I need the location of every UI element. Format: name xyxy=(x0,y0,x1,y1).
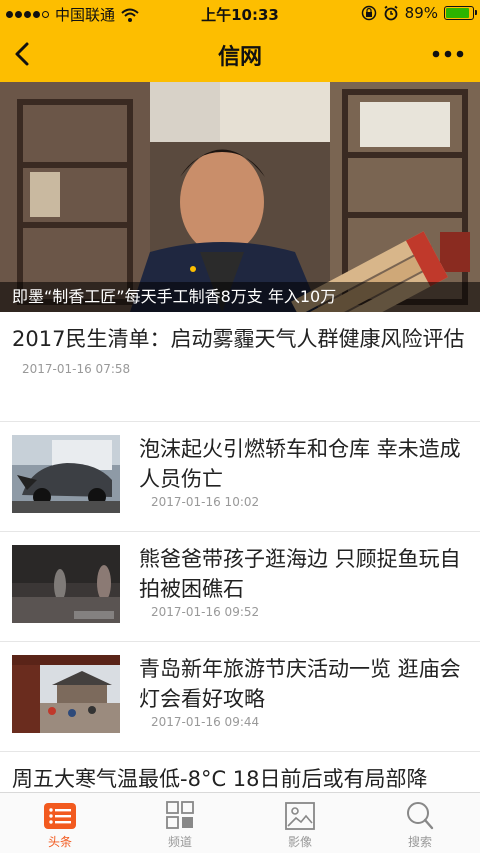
article-date: 2017-01-16 10:02 xyxy=(151,495,260,509)
tab-label: 头条 xyxy=(47,835,72,849)
image-icon xyxy=(285,802,315,830)
news-feed: 2017民生清单：启动雾霾天气人群健康风险评估 2017-01-16 07:58… xyxy=(0,312,480,792)
hero-caption: 即墨“制香工匠”每天手工制香8万支 年入10万 xyxy=(0,282,480,312)
status-bar: 中国联通 上午10:33 89% xyxy=(0,0,480,26)
article-headline: 熊爸爸带孩子逛海边 只顾捉鱼玩自拍被困礁石 xyxy=(139,547,461,601)
list-item[interactable]: 熊爸爸带孩子逛海边 只顾捉鱼玩自拍被困礁石 2017-01-16 09:52 xyxy=(0,532,480,642)
tab-label: 影像 xyxy=(287,835,312,849)
tab-images[interactable]: 影像 xyxy=(240,793,360,853)
article-headline: 周五大寒气温最低-8°C 18日前后或有局部降 xyxy=(12,767,428,791)
article-date: 2017-01-16 09:52 xyxy=(151,605,260,619)
page-title: 信网 xyxy=(217,45,262,70)
list-item[interactable]: 青岛新年旅游节庆活动一览 逛庙会灯会看好攻略 2017-01-16 09:44 xyxy=(0,642,480,752)
tab-label: 频道 xyxy=(167,835,192,849)
tab-bar: 头条 频道 影像 搜索 xyxy=(0,792,480,853)
status-right: 89% xyxy=(361,4,477,22)
more-dots-icon[interactable] xyxy=(428,40,468,68)
article-thumbnail xyxy=(12,435,120,513)
header-bar: 信网 xyxy=(0,26,480,82)
tab-headlines[interactable]: 头条 xyxy=(0,793,120,853)
tab-channels[interactable]: 频道 xyxy=(120,793,240,853)
article-date: 2017-01-16 07:58 xyxy=(22,362,131,376)
search-icon xyxy=(407,802,434,830)
article-headline: 2017民生清单：启动雾霾天气人群健康风险评估 xyxy=(12,327,465,351)
battery-percent: 89% xyxy=(404,4,438,22)
article-headline: 泡沫起火引燃轿车和仓库 幸未造成人员伤亡 xyxy=(139,437,461,491)
headlines-list-icon xyxy=(44,803,76,829)
rotation-lock-icon xyxy=(361,5,376,21)
alarm-icon xyxy=(384,5,398,21)
battery-icon xyxy=(444,6,477,20)
channels-grid-icon xyxy=(166,801,194,829)
hero-image xyxy=(0,82,480,312)
featured-article[interactable]: 2017民生清单：启动雾霾天气人群健康风险评估 2017-01-16 07:58 xyxy=(0,312,480,422)
article-thumbnail xyxy=(12,545,120,623)
article-date: 2017-01-16 09:44 xyxy=(151,715,260,729)
hero-carousel[interactable]: 即墨“制香工匠”每天手工制香8万支 年入10万 xyxy=(0,82,480,312)
article-thumbnail xyxy=(12,655,120,733)
tab-search[interactable]: 搜索 xyxy=(360,793,480,853)
article-headline: 青岛新年旅游节庆活动一览 逛庙会灯会看好攻略 xyxy=(139,657,461,711)
carousel-indicator xyxy=(190,266,196,272)
list-item[interactable]: 泡沫起火引燃轿车和仓库 幸未造成人员伤亡 2017-01-16 10:02 xyxy=(0,422,480,532)
list-item[interactable]: 周五大寒气温最低-8°C 18日前后或有局部降 xyxy=(0,752,480,792)
tab-label: 搜索 xyxy=(407,835,432,849)
